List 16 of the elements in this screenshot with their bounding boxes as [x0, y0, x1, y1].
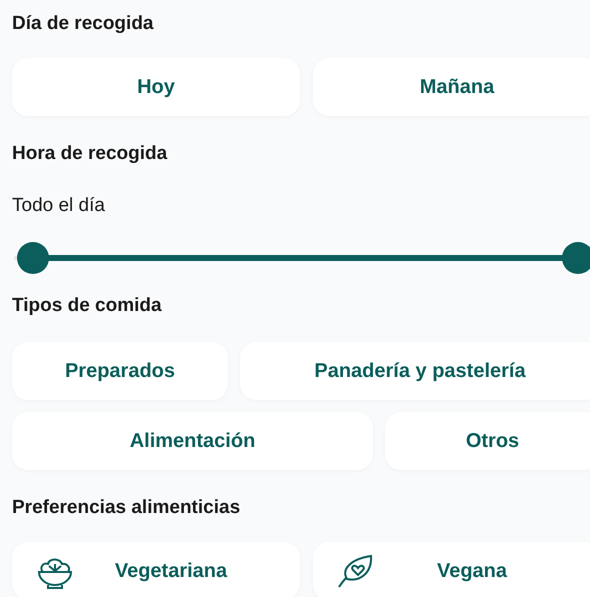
filter-chip[interactable]: Vegetariana [12, 542, 300, 597]
time-range-reading: Todo el día [11, 194, 106, 218]
filter-chip[interactable]: Otros [385, 412, 590, 470]
section-heading: Hora de recogida [11, 142, 168, 166]
slider-thumb[interactable] [562, 242, 590, 274]
filter-chip[interactable]: Vegana [313, 542, 590, 597]
filter-chip[interactable]: Preparados [12, 342, 228, 400]
section-heading: Tipos de comida [11, 294, 163, 318]
section-heading: Preferencias alimenticias [11, 496, 242, 520]
filter-chip[interactable]: Hoy [12, 58, 300, 116]
slider-thumb[interactable] [17, 242, 49, 274]
filter-chip[interactable]: Mañana [313, 58, 590, 116]
section-heading: Día de recogida [11, 12, 154, 36]
leaf-heart-icon [337, 552, 375, 588]
filter-chip[interactable]: Panadería y pastelería [240, 342, 590, 400]
filter-chip[interactable]: Alimentación [12, 412, 373, 470]
